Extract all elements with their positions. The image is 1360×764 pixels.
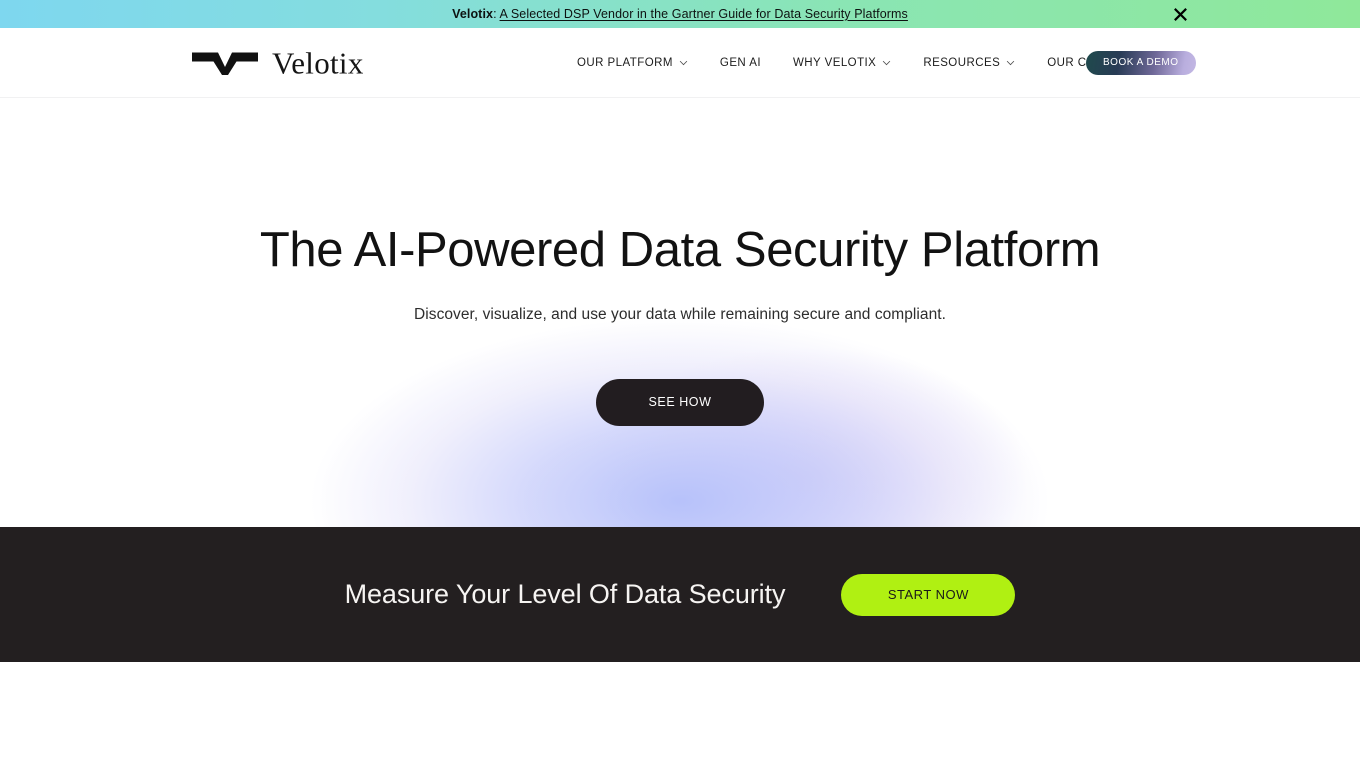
- site-header: Velotix OUR PLATFORM GEN AI WHY VELOTIX …: [0, 28, 1360, 98]
- logo-link[interactable]: Velotix: [192, 47, 364, 78]
- start-now-button[interactable]: START NOW: [841, 573, 1016, 616]
- hero-section: The AI-Powered Data Security Platform Di…: [0, 98, 1360, 527]
- main-navigation: OUR PLATFORM GEN AI WHY VELOTIX RESOURCE…: [577, 51, 1153, 75]
- nav-item-why-velotix[interactable]: WHY VELOTIX: [793, 51, 891, 75]
- close-icon[interactable]: [1171, 5, 1189, 23]
- below-fold-area: [0, 662, 1360, 764]
- nav-label: WHY VELOTIX: [792, 56, 877, 69]
- nav-item-resources[interactable]: RESOURCES: [923, 51, 1015, 75]
- nav-label: RESOURCES: [923, 56, 1001, 69]
- chevron-down-icon: [679, 60, 688, 65]
- announcement-banner-text: Velotix: A Selected DSP Vendor in the Ga…: [452, 7, 908, 21]
- hero-subtitle: Discover, visualize, and use your data w…: [414, 305, 946, 323]
- book-a-demo-button[interactable]: BOOK A DEMO: [1086, 50, 1196, 75]
- announcement-link[interactable]: A Selected DSP Vendor in the Gartner Gui…: [500, 7, 908, 21]
- announcement-banner: Velotix: A Selected DSP Vendor in the Ga…: [0, 0, 1360, 28]
- measure-security-band: Measure Your Level Of Data Security STAR…: [0, 527, 1360, 662]
- chevron-down-icon: [883, 60, 891, 65]
- hero-content: The AI-Powered Data Security Platform Di…: [0, 224, 1360, 426]
- announcement-brand: Velotix: [452, 7, 494, 21]
- velotix-chevron-mark-icon: [192, 52, 258, 75]
- measure-band-title: Measure Your Level Of Data Security: [344, 579, 786, 609]
- page-title: The AI-Powered Data Security Platform: [259, 223, 1101, 277]
- logo-wordmark: Velotix: [272, 45, 364, 80]
- nav-item-gen-ai[interactable]: GEN AI: [720, 51, 761, 75]
- nav-item-our-platform[interactable]: OUR PLATFORM: [577, 51, 688, 75]
- chevron-down-icon: [1006, 60, 1015, 65]
- nav-label: GEN AI: [719, 56, 761, 69]
- see-how-button[interactable]: SEE HOW: [596, 378, 764, 426]
- nav-label: OUR PLATFORM: [577, 56, 673, 69]
